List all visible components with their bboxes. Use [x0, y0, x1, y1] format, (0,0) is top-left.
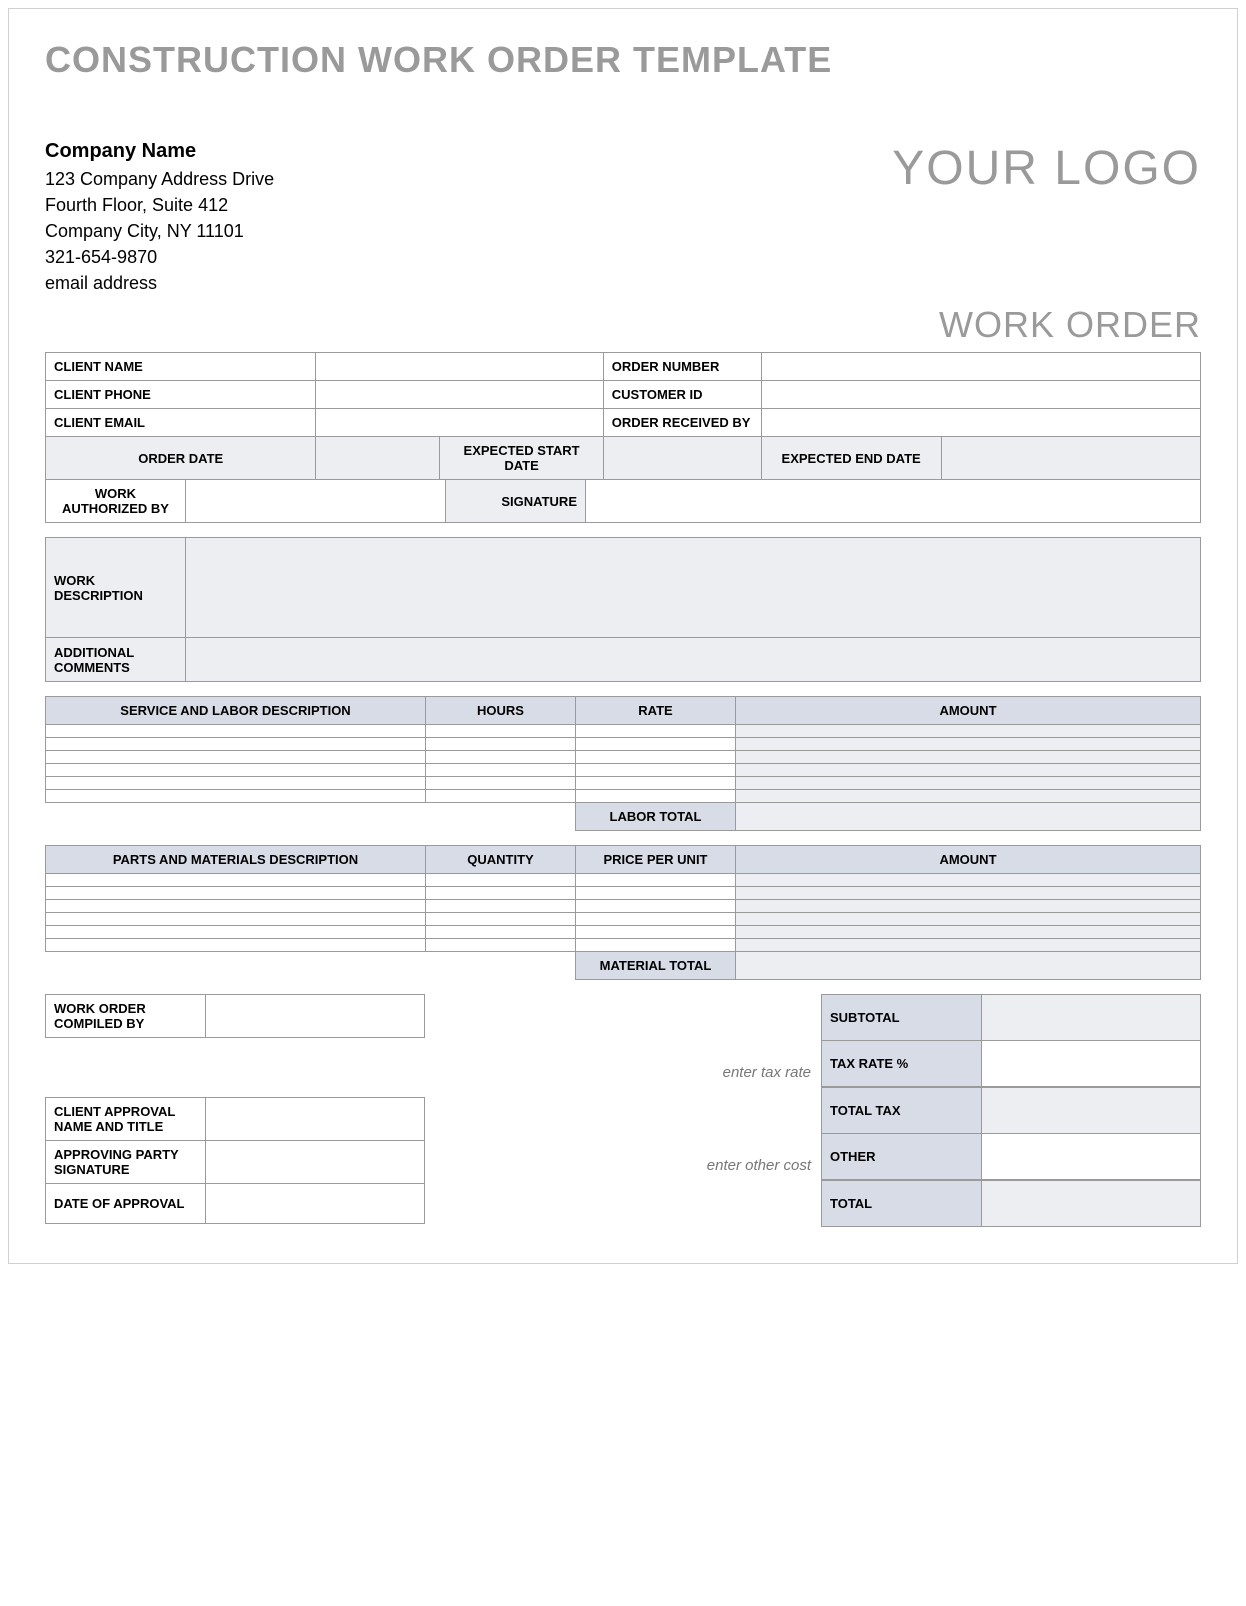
table-row: [46, 939, 1201, 952]
customer-id-label: CUSTOMER ID: [603, 381, 761, 409]
footer-layout: WORK ORDER COMPILED BY enter tax rate SU…: [45, 994, 1201, 1227]
customer-id-value[interactable]: [761, 381, 1201, 409]
labor-amount-header: AMOUNT: [736, 697, 1201, 725]
subtotal-label: SUBTOTAL: [822, 995, 982, 1041]
material-total-value[interactable]: [736, 952, 1201, 980]
compiled-by-table: WORK ORDER COMPILED BY: [45, 994, 425, 1038]
subtotal-value[interactable]: [982, 995, 1201, 1041]
work-auth-by-value[interactable]: [186, 480, 446, 523]
materials-table: PARTS AND MATERIALS DESCRIPTION QUANTITY…: [45, 845, 1201, 980]
work-auth-by-label: WORK AUTHORIZED BY: [46, 480, 186, 523]
tax-rate-hint: enter tax rate: [425, 994, 821, 1087]
signature-value[interactable]: [586, 480, 1201, 523]
company-city-line: Company City, NY 11101: [45, 218, 274, 244]
order-received-by-label: ORDER RECEIVED BY: [603, 409, 761, 437]
order-received-by-value[interactable]: [761, 409, 1201, 437]
signature-label: SIGNATURE: [446, 480, 586, 523]
other-value[interactable]: [982, 1134, 1201, 1180]
client-name-value[interactable]: [316, 353, 603, 381]
tax-rate-value[interactable]: [982, 1041, 1201, 1087]
compiled-by-value[interactable]: [206, 995, 425, 1038]
company-name: Company Name: [45, 137, 274, 166]
page-title: CONSTRUCTION WORK ORDER TEMPLATE: [45, 39, 1201, 81]
table-row: [46, 874, 1201, 887]
company-block: Company Name 123 Company Address Drive F…: [45, 137, 274, 296]
summary-tax-other-row: TOTAL TAX OTHER: [821, 1087, 1201, 1180]
order-number-label: ORDER NUMBER: [603, 353, 761, 381]
client-email-label: CLIENT EMAIL: [46, 409, 316, 437]
order-date-label: ORDER DATE: [46, 437, 316, 480]
total-tax-label: TOTAL TAX: [822, 1088, 982, 1134]
client-phone-label: CLIENT PHONE: [46, 381, 316, 409]
total-label: TOTAL: [822, 1181, 982, 1227]
construction-work-order-page: CONSTRUCTION WORK ORDER TEMPLATE Company…: [8, 8, 1238, 1264]
client-name-label: CLIENT NAME: [46, 353, 316, 381]
authorization-table: WORK AUTHORIZED BY SIGNATURE: [45, 479, 1201, 523]
work-description-value[interactable]: [186, 538, 1201, 638]
expected-start-value[interactable]: [603, 437, 761, 480]
table-row: [46, 887, 1201, 900]
additional-comments-label: ADDITIONAL COMMENTS: [46, 638, 186, 682]
table-row: [46, 725, 1201, 738]
labor-table: SERVICE AND LABOR DESCRIPTION HOURS RATE…: [45, 696, 1201, 831]
total-tax-value[interactable]: [982, 1088, 1201, 1134]
expected-start-label: EXPECTED START DATE: [440, 437, 603, 480]
approval-date-value[interactable]: [206, 1184, 425, 1224]
header-section: Company Name 123 Company Address Drive F…: [45, 137, 1201, 296]
tax-rate-label: TAX RATE %: [822, 1041, 982, 1087]
total-value[interactable]: [982, 1181, 1201, 1227]
approval-name-value[interactable]: [206, 1098, 425, 1141]
material-total-label: MATERIAL TOTAL: [576, 952, 736, 980]
work-order-label: WORK ORDER: [45, 304, 1201, 346]
expected-end-value[interactable]: [941, 437, 1200, 480]
order-date-value[interactable]: [316, 437, 440, 480]
table-row: [46, 777, 1201, 790]
materials-desc-header: PARTS AND MATERIALS DESCRIPTION: [46, 846, 426, 874]
table-row: [46, 913, 1201, 926]
labor-rate-header: RATE: [576, 697, 736, 725]
materials-price-header: PRICE PER UNIT: [576, 846, 736, 874]
summary-total-row: TOTAL: [821, 1180, 1201, 1227]
work-description-table: WORK DESCRIPTION ADDITIONAL COMMENTS: [45, 537, 1201, 682]
logo-placeholder: YOUR LOGO: [892, 137, 1201, 196]
table-row: [46, 764, 1201, 777]
client-email-value[interactable]: [316, 409, 603, 437]
labor-desc-header: SERVICE AND LABOR DESCRIPTION: [46, 697, 426, 725]
materials-qty-header: QUANTITY: [426, 846, 576, 874]
labor-total-label: LABOR TOTAL: [576, 803, 736, 831]
labor-total-value[interactable]: [736, 803, 1201, 831]
company-address1: 123 Company Address Drive: [45, 166, 274, 192]
expected-end-label: EXPECTED END DATE: [761, 437, 941, 480]
approval-name-label: CLIENT APPROVAL NAME AND TITLE: [46, 1098, 206, 1141]
compiled-by-label: WORK ORDER COMPILED BY: [46, 995, 206, 1038]
table-row: [46, 751, 1201, 764]
company-phone: 321-654-9870: [45, 244, 274, 270]
company-email: email address: [45, 270, 274, 296]
order-number-value[interactable]: [761, 353, 1201, 381]
table-row: [46, 790, 1201, 803]
materials-amount-header: AMOUNT: [736, 846, 1201, 874]
table-row: [46, 926, 1201, 939]
table-row: [46, 738, 1201, 751]
client-order-table: CLIENT NAME ORDER NUMBER CLIENT PHONE CU…: [45, 352, 1201, 480]
labor-hours-header: HOURS: [426, 697, 576, 725]
other-cost-hint: enter other cost: [425, 1087, 821, 1180]
approval-signature-label: APPROVING PARTY SIGNATURE: [46, 1141, 206, 1184]
approval-signature-value[interactable]: [206, 1141, 425, 1184]
table-row: [46, 900, 1201, 913]
summary-subtotal-row: SUBTOTAL TAX RATE %: [821, 994, 1201, 1087]
work-description-label: WORK DESCRIPTION: [46, 538, 186, 638]
approval-table: CLIENT APPROVAL NAME AND TITLE APPROVING…: [45, 1097, 425, 1224]
approval-date-label: DATE OF APPROVAL: [46, 1184, 206, 1224]
company-address2: Fourth Floor, Suite 412: [45, 192, 274, 218]
other-label: OTHER: [822, 1134, 982, 1180]
client-phone-value[interactable]: [316, 381, 603, 409]
additional-comments-value[interactable]: [186, 638, 1201, 682]
